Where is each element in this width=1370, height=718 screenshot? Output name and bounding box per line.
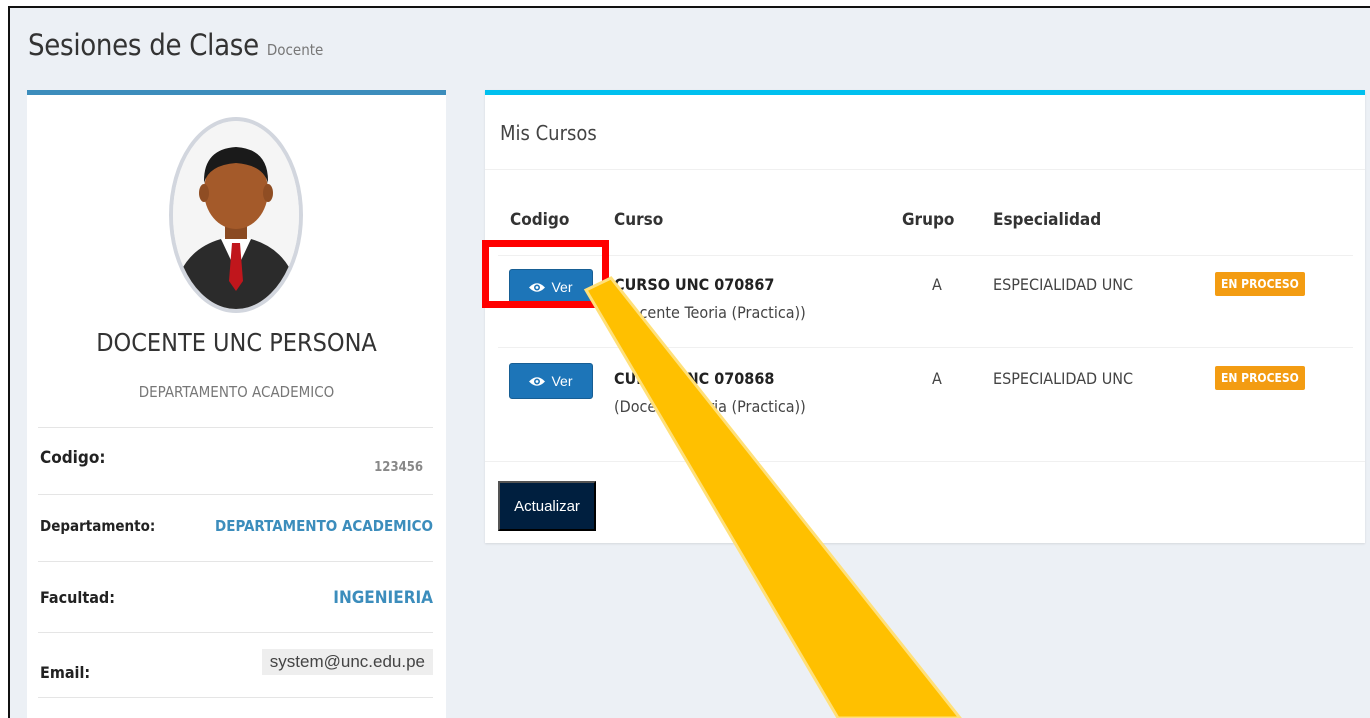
profile-card: DOCENTE UNC PERSONA DEPARTAMENTO ACADEMI… [27,90,446,718]
column-header-specialty: Especialidad [993,210,1102,230]
divider [485,461,1365,462]
businessman-avatar-icon [173,121,299,309]
column-header-group: Grupo [902,210,955,230]
update-button[interactable]: Actualizar [498,481,596,531]
courses-card: Mis Cursos Codigo Curso Grupo Especialid… [485,90,1365,543]
highlight-box [482,240,609,308]
email-label: Email: [40,663,91,682]
profile-department: DEPARTAMENTO ACADEMICO [138,383,335,401]
course-group: A [932,275,942,294]
divider [498,255,1353,256]
faculty-value: INGENIERIA [333,588,433,608]
app-frame: Sesiones de Clase Docente DOCENTE UNC PE… [8,6,1370,718]
page-title: Sesiones de Clase [28,28,259,62]
department-value: DEPARTAMENTO ACADEMICO [215,517,433,535]
course-group: A [932,369,942,388]
profile-name: DOCENTE UNC PERSONA [96,328,377,357]
view-button-label: Ver [551,373,573,389]
view-course-button[interactable]: Ver [509,363,593,399]
code-label: Codigo: [40,448,106,468]
info-row-email: Email: system@unc.edu.pe [38,632,433,698]
department-label: Departamento: [40,517,156,535]
info-row-faculty: Facultad: INGENIERIA [38,561,433,631]
divider [498,347,1353,348]
courses-title: Mis Cursos [500,121,597,145]
avatar [169,117,303,313]
course-role: (Docente Teoria (Practica)) [614,397,806,416]
course-name: CURSO UNC 070868 [614,369,775,388]
page-subtitle: Docente [266,41,324,59]
course-name: CURSO UNC 070867 [614,275,775,294]
course-specialty: ESPECIALIDAD UNC [993,275,1134,294]
faculty-label: Facultad: [40,588,115,607]
divider [485,169,1365,170]
code-value: 123456 [374,460,423,475]
email-value: system@unc.edu.pe [261,649,433,675]
course-role: (Docente Teoria (Practica)) [614,303,806,322]
page-header: Sesiones de Clase Docente [28,28,323,68]
status-badge: EN PROCESO [1215,272,1305,296]
column-header-course: Curso [614,210,664,230]
info-row-department: Departamento: DEPARTAMENTO ACADEMICO [38,494,433,560]
course-specialty: ESPECIALIDAD UNC [993,369,1134,388]
status-badge: EN PROCESO [1215,366,1305,390]
info-row-code: Codigo: 123456 [38,427,433,493]
column-header-code: Codigo [510,210,570,230]
eye-icon [529,376,546,386]
